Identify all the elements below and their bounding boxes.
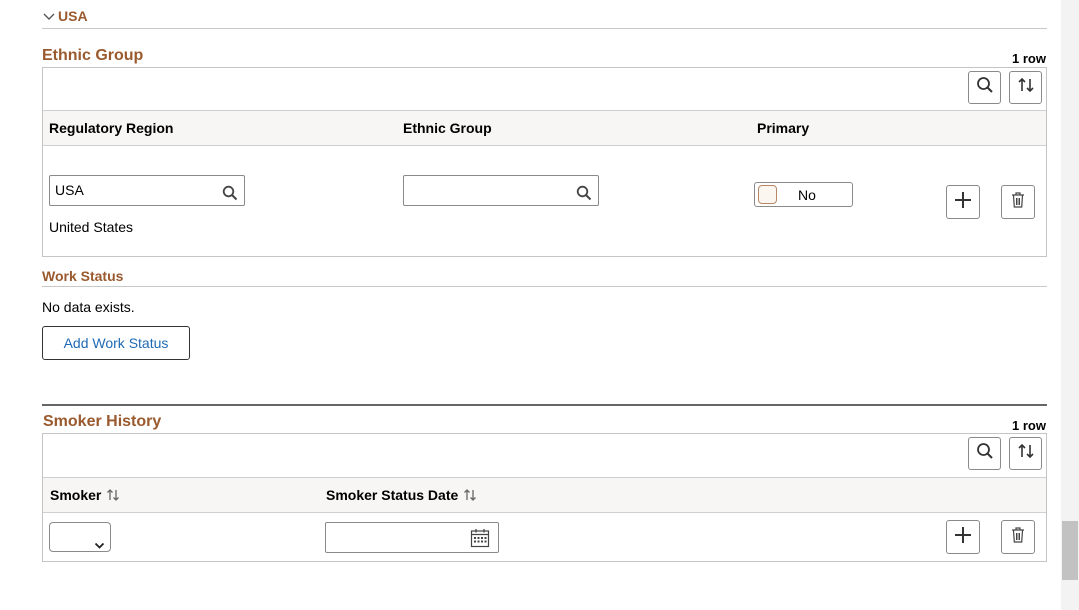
smoker-history-sort-button[interactable]	[1009, 437, 1042, 470]
smoker-select[interactable]	[49, 522, 111, 552]
ethnic-group-row-count: 1 row	[1012, 51, 1046, 66]
regulatory-region-value: USA	[55, 182, 84, 198]
ethnic-group-header-row	[43, 110, 1046, 146]
search-icon	[976, 76, 994, 99]
col-ethnic-group: Ethnic Group	[403, 120, 492, 136]
ethnic-group-search-button[interactable]	[968, 71, 1001, 104]
usa-section-divider	[42, 28, 1047, 29]
add-work-status-label: Add Work Status	[64, 335, 169, 351]
ethnic-group-input[interactable]	[403, 175, 599, 206]
ethnic-group-delete-row-button[interactable]	[1001, 185, 1035, 219]
trash-icon	[1011, 527, 1025, 548]
ethnic-group-title: Ethnic Group	[42, 47, 143, 65]
add-work-status-button[interactable]: Add Work Status	[42, 326, 190, 360]
search-icon[interactable]	[576, 182, 592, 211]
col-smoker-status-date-label: Smoker Status Date	[326, 487, 458, 503]
sort-icon	[1017, 76, 1035, 99]
plus-icon	[954, 526, 972, 549]
col-smoker-label: Smoker	[50, 487, 101, 503]
smoker-history-header-row	[43, 477, 1046, 513]
search-icon	[976, 442, 994, 465]
sort-icon	[106, 488, 120, 502]
ethnic-group-sort-button[interactable]	[1009, 71, 1042, 104]
smoker-history-top-divider	[42, 404, 1047, 406]
col-smoker-status-date[interactable]: Smoker Status Date	[326, 487, 477, 503]
smoker-history-add-row-button[interactable]	[946, 520, 980, 554]
usa-section-toggle[interactable]: USA	[42, 6, 88, 26]
vertical-scrollbar-thumb[interactable]	[1062, 521, 1078, 580]
usa-section-label: USA	[58, 8, 88, 24]
work-status-title: Work Status	[42, 268, 123, 284]
search-icon[interactable]	[222, 182, 238, 211]
ethnic-group-grid	[42, 67, 1047, 257]
work-status-divider	[42, 286, 1047, 287]
work-status-empty-message: No data exists.	[42, 299, 135, 315]
calendar-icon[interactable]	[470, 528, 490, 558]
regulatory-region-description: United States	[49, 219, 133, 235]
regulatory-region-input[interactable]: USA	[49, 175, 245, 206]
vertical-scrollbar-track[interactable]	[1061, 0, 1079, 610]
primary-toggle-label: No	[798, 187, 816, 203]
primary-toggle[interactable]: No	[754, 182, 853, 207]
primary-toggle-knob	[758, 185, 777, 204]
smoker-history-delete-row-button[interactable]	[1001, 520, 1035, 554]
plus-icon	[954, 191, 972, 214]
col-regulatory-region: Regulatory Region	[49, 120, 173, 136]
sort-icon	[463, 488, 477, 502]
chevron-down-icon	[42, 9, 56, 23]
trash-icon	[1011, 192, 1025, 213]
smoker-history-title: Smoker History	[43, 413, 161, 431]
smoker-status-date-input[interactable]	[325, 522, 499, 553]
chevron-down-icon	[94, 532, 105, 561]
col-smoker[interactable]: Smoker	[50, 487, 120, 503]
smoker-history-row-count: 1 row	[1012, 418, 1046, 433]
col-primary: Primary	[757, 120, 809, 136]
sort-icon	[1017, 442, 1035, 465]
ethnic-group-add-row-button[interactable]	[946, 185, 980, 219]
smoker-history-search-button[interactable]	[968, 437, 1001, 470]
